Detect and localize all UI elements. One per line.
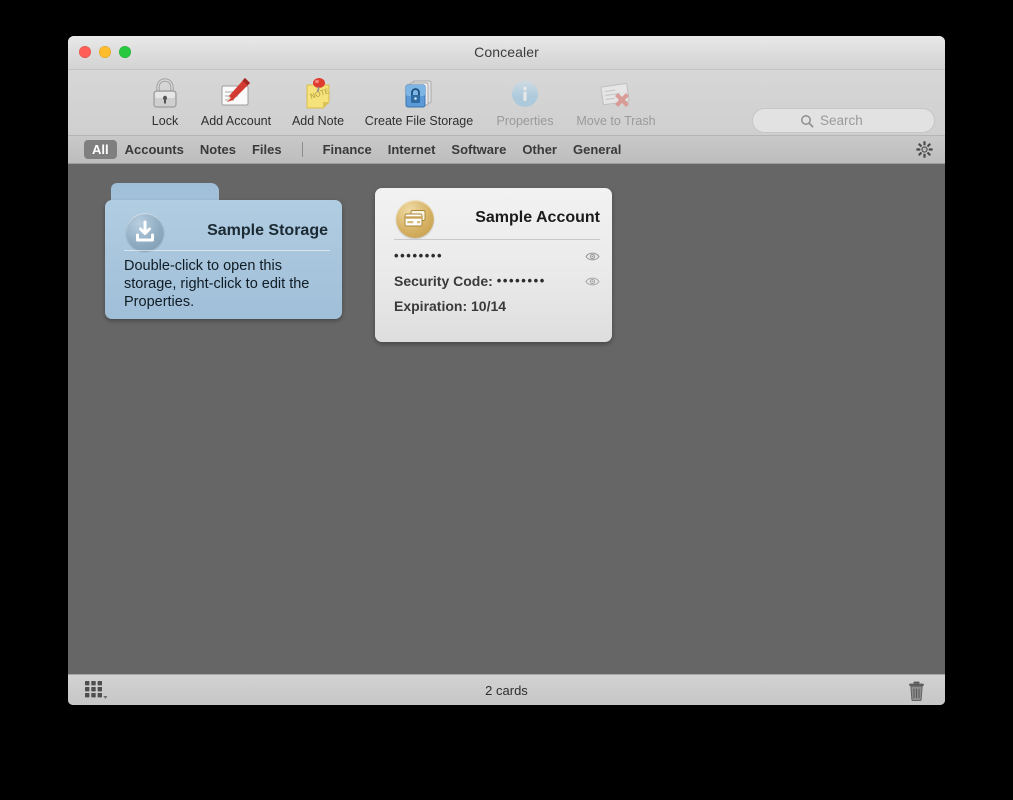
padlock-icon [140,73,190,113]
toolbar-button-add-account[interactable]: Add Account [193,73,279,128]
add-account-icon [193,73,279,113]
filter-software[interactable]: Software [443,140,514,159]
search-input[interactable]: Search [752,108,935,133]
account-expiration-label: Expiration: [394,298,472,314]
filter-internet[interactable]: Internet [380,140,444,159]
search-icon [800,114,814,133]
card-divider [124,250,330,251]
card-storage-title: Sample Storage [207,222,328,239]
delete-card-icon [566,73,666,113]
eye-icon[interactable] [585,249,600,265]
filter-notes[interactable]: Notes [192,140,244,159]
search-placeholder: Search [820,113,863,128]
window-title: Concealer [474,44,539,60]
account-field-expiration: Expiration: 10/14 [394,298,600,314]
toolbar-button-add-note[interactable]: NOTE Add Note [285,73,351,128]
filter-other[interactable]: Other [514,140,565,159]
filter-separator [301,142,303,157]
toolbar-label-add-note: Add Note [291,114,345,128]
cards-canvas[interactable]: Sample Storage Double-click to open this… [68,164,945,674]
sticky-note-icon: NOTE [285,73,351,113]
toolbar-label-properties: Properties [496,114,554,128]
card-account[interactable]: Sample Account •••••••• Security Code: •… [375,188,612,342]
toolbar-button-create-file-storage[interactable]: Create File Storage [355,73,483,128]
account-field-security-code: Security Code: •••••••• [394,273,600,289]
card-storage-description: Double-click to open this storage, right… [124,258,310,310]
filter-files[interactable]: Files [244,140,290,159]
account-expiration-value: 10/14 [471,298,507,314]
info-icon [487,73,563,113]
toolbar-label-add-account: Add Account [200,114,272,128]
eye-icon[interactable] [585,274,600,290]
account-security-code-value: •••••••• [496,273,546,288]
status-bar: 2 cards [68,674,945,705]
account-password-value: •••••••• [394,248,444,263]
toolbar-button-properties[interactable]: Properties [487,73,563,128]
card-storage[interactable]: Sample Storage Double-click to open this… [105,183,342,319]
file-storage-icon [355,73,483,113]
filter-accounts[interactable]: Accounts [117,140,192,159]
toolbar-label-create-file-storage: Create File Storage [364,114,474,128]
filter-general[interactable]: General [565,140,629,159]
toolbar-button-move-to-trash[interactable]: Move to Trash [566,73,666,128]
account-field-password: •••••••• [394,248,600,264]
filter-bar: All Accounts Notes Files Finance Interne… [68,136,945,164]
toolbar-button-lock[interactable]: Lock [140,73,190,128]
title-bar: Concealer [68,36,945,70]
toolbar-label-lock: Lock [151,114,179,128]
cards-count-label: 2 cards [485,683,528,698]
filter-list: All Accounts Notes Files Finance Interne… [84,136,629,163]
application-window: Concealer Lock Add Account NOTE Add Note… [68,36,945,705]
card-account-title: Sample Account [475,209,600,226]
toolbar-label-move-to-trash: Move to Trash [576,114,656,128]
filter-all[interactable]: All [84,140,117,159]
card-divider [394,239,600,240]
trash-icon[interactable] [908,681,925,705]
filter-finance[interactable]: Finance [315,140,380,159]
gear-icon[interactable] [916,141,933,163]
account-security-code-label: Security Code: [394,273,497,289]
toolbar: Lock Add Account NOTE Add Note Create Fi… [68,70,945,149]
folder-body: Sample Storage Double-click to open this… [105,200,342,319]
